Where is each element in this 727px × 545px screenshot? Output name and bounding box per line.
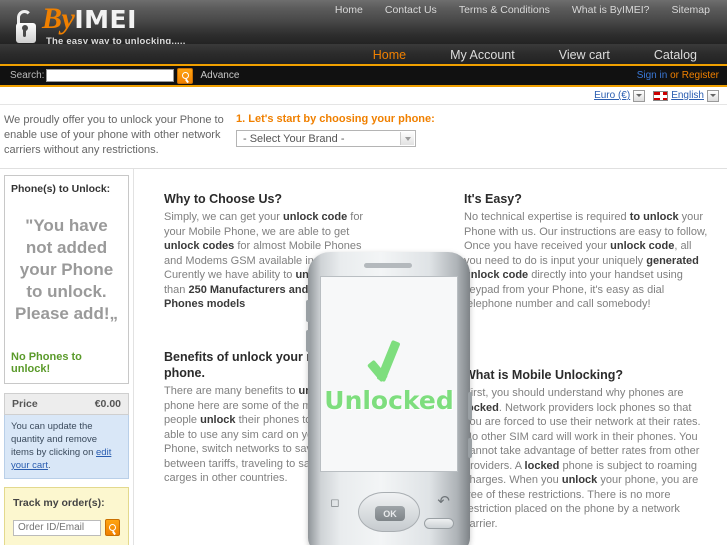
start-step-title: 1. Let's start by choosing your phone:	[236, 113, 435, 125]
track-order-input[interactable]	[13, 519, 101, 536]
phone-side-button-down	[306, 330, 310, 352]
chevron-down-icon	[710, 94, 716, 97]
advanced-search-link[interactable]: Advance	[200, 70, 239, 81]
why-choose-us-title: Why to Choose Us?	[164, 192, 283, 206]
phone-home-key-icon: ◻	[330, 496, 340, 509]
easy-bold-2: unlock code	[610, 240, 675, 252]
brand-chooser: 1. Let's start by choosing your phone: -…	[228, 113, 727, 158]
search-label: Search:	[10, 70, 45, 81]
top-nav-home[interactable]: Home	[324, 2, 374, 18]
benefits-text-1: There are many benefits to	[164, 385, 299, 397]
sign-in-link[interactable]: Sign in	[637, 70, 668, 81]
phone-side-button-right-1	[468, 392, 472, 420]
site-logo[interactable]: ByIMEI The easy way to unlocking.....	[14, 4, 186, 44]
nav-my-account[interactable]: My Account	[428, 48, 537, 62]
phone-end-key	[424, 518, 454, 529]
top-nav-sitemap[interactable]: Sitemap	[660, 2, 721, 18]
easy-bold-1: to unlock	[629, 211, 679, 223]
auth-links: Sign in or Register	[637, 70, 719, 81]
brand-by-text: By	[42, 2, 75, 35]
phone-side-button-right-2	[468, 438, 472, 458]
open-padlock-icon	[14, 10, 40, 44]
currency-selector[interactable]: Euro (€)	[594, 89, 646, 102]
benefits-bold-2: unlock	[200, 414, 236, 426]
nav-catalog[interactable]: Catalog	[632, 48, 719, 62]
cart-note-text-post: .	[47, 460, 51, 471]
search-icon	[109, 524, 116, 531]
language-label[interactable]: English	[671, 90, 704, 101]
its-easy-title: It's Easy?	[464, 192, 522, 206]
phone-earpiece	[364, 263, 412, 268]
nav-view-cart[interactable]: View cart	[537, 48, 632, 62]
track-order-panel: Track my order(s):	[4, 487, 129, 545]
brand-text: ByIMEI The easy way to unlocking.....	[42, 2, 186, 45]
language-selector[interactable]: English	[653, 89, 719, 102]
top-nav-terms-conditions[interactable]: Terms & Conditions	[448, 2, 561, 18]
brand-tagline: The easy way to unlocking.....	[46, 36, 186, 44]
chevron-down-icon	[636, 94, 643, 97]
brand-imei-text: IMEI	[74, 5, 137, 34]
page-root: Home Contact Us Terms & Conditions What …	[0, 0, 727, 545]
locale-bar: Euro (€) English	[0, 87, 727, 105]
what-bold-3: unlock	[561, 474, 598, 486]
what-is-unlocking-title: What is Mobile Unlocking?	[464, 368, 624, 382]
currency-label[interactable]: Euro (€)	[594, 90, 630, 101]
cart-panel: Phone(s) to Unlock: "You have not added …	[4, 175, 129, 384]
cart-title: Phone(s) to Unlock:	[11, 183, 111, 195]
what-is-unlocking-body: First, you should understand why phones …	[464, 386, 712, 531]
brand-select[interactable]: - Select Your Brand -	[236, 130, 416, 147]
checkmark-icon	[369, 334, 409, 392]
why-bold-1: unlock code	[283, 211, 348, 223]
phone-screen: Unlocked	[320, 276, 458, 472]
its-easy-body: No technical expertise is required to un…	[464, 210, 712, 312]
track-order-button[interactable]	[105, 519, 120, 536]
phone-ok-key: OK	[375, 506, 405, 521]
price-label: Price	[12, 398, 38, 410]
main-navigation: Home My Account View cart Catalog	[0, 44, 727, 66]
site-header: Home Contact Us Terms & Conditions What …	[0, 0, 727, 44]
auth-separator: or	[670, 70, 679, 81]
cart-note: You can update the quantity and remove i…	[4, 415, 129, 479]
track-order-title: Track my order(s):	[13, 497, 105, 509]
cart-status-text: No Phones to unlock!	[11, 351, 82, 375]
cart-empty-message: "You have not added your Phone to unlock…	[15, 216, 118, 323]
search-button[interactable]	[177, 67, 194, 84]
section-its-easy: It's Easy? No technical expertise is req…	[464, 191, 712, 312]
section-what-is-unlocking: What is Mobile Unlocking? First, you sho…	[464, 367, 712, 531]
top-nav-contact-us[interactable]: Contact Us	[374, 2, 448, 18]
phone-side-button-up	[306, 300, 310, 322]
search-icon	[181, 72, 189, 79]
top-nav-what-is-byimei[interactable]: What is ByIMEI?	[561, 2, 661, 18]
why-bold-2: unlock codes	[164, 240, 235, 252]
top-navigation: Home Contact Us Terms & Conditions What …	[324, 2, 721, 18]
brand-select-value: - Select Your Brand -	[243, 132, 345, 145]
intro-text: We proudly offer you to unlock your Phon…	[4, 114, 224, 156]
nav-home[interactable]: Home	[351, 48, 428, 62]
phone-illustration: Unlocked ◻ OK ↶	[306, 252, 472, 545]
search-bar: Search: Advance Sign in or Register	[0, 66, 727, 87]
what-text-1: First, you should understand why phones …	[464, 387, 684, 399]
flag-uk-icon	[653, 90, 669, 101]
search-input[interactable]	[46, 69, 175, 82]
why-text-1: Simply, we can get your	[164, 211, 284, 223]
phone-dpad: OK	[358, 492, 420, 532]
cart-note-text-pre: You can update the quantity and remove i…	[11, 421, 98, 458]
sidebar: Phone(s) to Unlock: "You have not added …	[0, 169, 133, 545]
cart-price-row: Price €0.00	[4, 393, 129, 415]
language-dropdown-button[interactable]	[707, 89, 719, 102]
brand-select-arrow-button[interactable]	[400, 132, 414, 145]
phone-keypad: ◻ OK ↶	[316, 484, 462, 545]
intro-section: We proudly offer you to unlock your Phon…	[0, 105, 727, 169]
chevron-down-icon	[404, 136, 411, 141]
what-bold-2: locked	[524, 459, 560, 472]
phone-back-key-icon: ↶	[437, 493, 450, 510]
price-value: €0.00	[94, 398, 121, 410]
currency-dropdown-button[interactable]	[633, 89, 646, 102]
register-link[interactable]: Register	[682, 70, 719, 81]
easy-text-1: No technical expertise is required	[464, 211, 630, 223]
